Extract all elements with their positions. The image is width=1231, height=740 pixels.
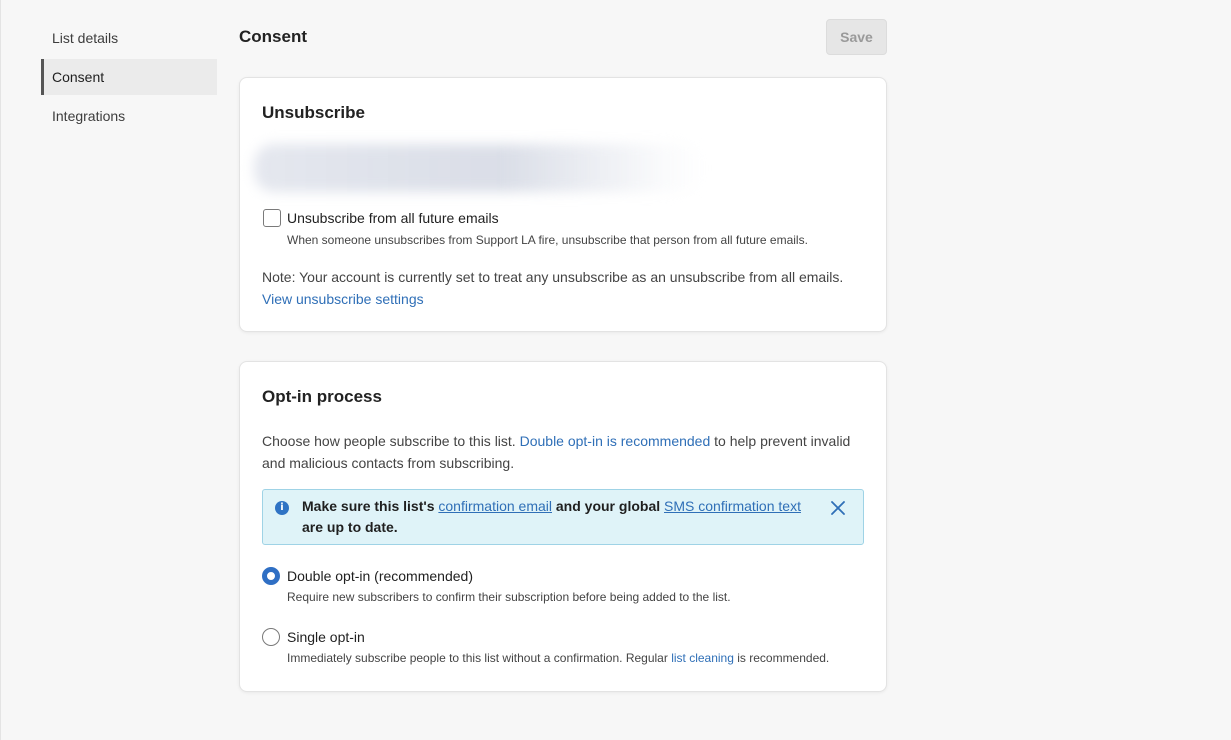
double-optin-label: Double opt-in (recommended)	[287, 568, 473, 584]
single-optin-label: Single opt-in	[287, 629, 365, 645]
single-optin-help-end: is recommended.	[733, 651, 830, 665]
unsubscribe-note: Note: Your account is currently set to t…	[262, 266, 872, 310]
info-text-part3: are up to date.	[302, 519, 398, 535]
single-optin-help: Immediately subscribe people to this lis…	[287, 651, 829, 665]
single-optin-help-text: Immediately subscribe people to this lis…	[287, 651, 672, 665]
info-banner: i Make sure this list's confirmation ema…	[262, 489, 864, 545]
info-icon: i	[275, 501, 289, 515]
sms-confirmation-text-link[interactable]: SMS confirmation text	[664, 498, 801, 514]
info-text-part2: and your global	[552, 498, 665, 514]
sidebar-item-consent[interactable]: Consent	[41, 59, 217, 95]
info-text-part1: Make sure this list's	[302, 498, 439, 514]
sidebar: List details Consent Integrations	[41, 20, 217, 137]
save-button[interactable]: Save	[826, 19, 887, 55]
unsubscribe-all-label: Unsubscribe from all future emails	[287, 210, 499, 226]
unsubscribe-all-help: When someone unsubscribes from Support L…	[287, 233, 808, 247]
page-title: Consent	[239, 27, 307, 46]
unsubscribe-note-text: Note: Your account is currently set to t…	[262, 269, 844, 285]
double-optin-recommended-link[interactable]: Double opt-in is recommended	[520, 433, 711, 449]
redacted-content	[254, 144, 704, 192]
unsubscribe-title: Unsubscribe	[262, 103, 365, 122]
info-banner-text: Make sure this list's confirmation email…	[302, 496, 822, 538]
optin-description: Choose how people subscribe to this list…	[262, 430, 852, 474]
view-unsubscribe-settings-link[interactable]: View unsubscribe settings	[262, 288, 872, 310]
unsubscribe-all-checkbox[interactable]	[263, 209, 281, 227]
optin-title: Opt-in process	[262, 387, 382, 406]
close-icon[interactable]	[829, 499, 847, 517]
double-optin-help: Require new subscribers to confirm their…	[287, 590, 731, 604]
sidebar-item-list-details[interactable]: List details	[41, 20, 217, 56]
sidebar-item-integrations[interactable]: Integrations	[41, 98, 217, 134]
confirmation-email-link[interactable]: confirmation email	[438, 498, 552, 514]
list-cleaning-link[interactable]: list cleaning	[671, 651, 734, 665]
optin-description-text: Choose how people subscribe to this list…	[262, 433, 520, 449]
single-optin-radio[interactable]	[262, 628, 280, 646]
optin-card: Opt-in process Choose how people subscri…	[239, 361, 887, 692]
double-optin-radio[interactable]	[262, 567, 280, 585]
unsubscribe-card: Unsubscribe Unsubscribe from all future …	[239, 77, 887, 332]
